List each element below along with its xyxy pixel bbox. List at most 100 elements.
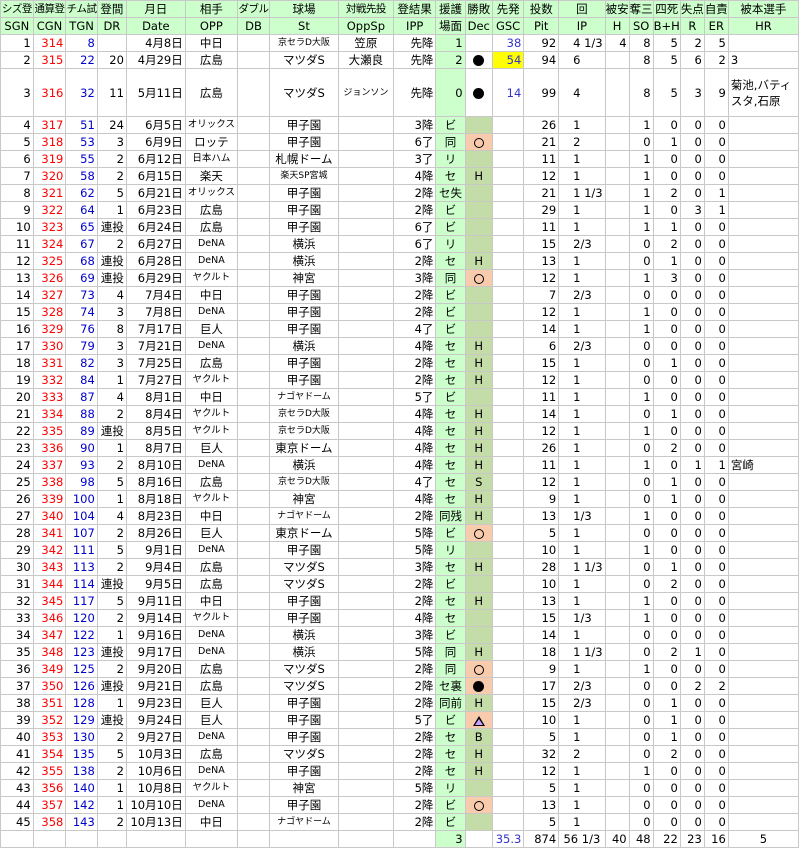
scene-cell: ビ <box>435 320 466 338</box>
dr-cell: 3 <box>96 133 127 151</box>
scene-cell: セ <box>435 456 466 474</box>
walks-cell: 1 <box>652 711 681 729</box>
sgn-cell: 27 <box>0 507 34 525</box>
opponent-cell: DeNA <box>184 643 238 661</box>
header-en-cell: DB <box>236 17 271 35</box>
strikeouts-cell: 1 <box>628 269 654 287</box>
runs-cell: 0 <box>679 354 705 372</box>
opponent-cell: 中日 <box>184 34 238 52</box>
hr-batters-cell <box>727 320 799 338</box>
table-row: 17 330 79 3 7月21日 DeNA 横浜 4降セ H 6 2/3 0 0 0 0 <box>0 337 799 355</box>
hits-cell <box>604 337 630 355</box>
date-cell: 10月10日 <box>125 796 186 814</box>
date-cell: 9月1日 <box>125 541 186 559</box>
cgn-cell: 317 <box>32 116 67 134</box>
runs-cell: 0 <box>679 541 705 559</box>
opponent-cell: ヤクルト <box>184 609 238 627</box>
hits-cell <box>604 371 630 389</box>
white-circle-icon <box>473 137 484 148</box>
strikeouts-cell: 1 <box>628 762 654 780</box>
pitches-cell: 10 <box>523 541 560 559</box>
pitches-cell: 26 <box>523 439 560 457</box>
doubleheader-cell <box>236 660 271 678</box>
dr-cell: 4 <box>96 507 127 525</box>
header-en-cell: OPP <box>184 17 238 35</box>
innings-cell: 1 <box>558 796 606 814</box>
table-row: 29 342 111 5 9月1日 DeNA 甲子園 5降リ 10 1 1 0 0 0 <box>0 541 799 559</box>
runs-cell: 0 <box>679 320 705 338</box>
stadium-cell: 横浜 <box>269 337 339 355</box>
scene-cell: 同 <box>435 269 466 287</box>
cgn-cell: 329 <box>32 320 67 338</box>
totals-empty-cell <box>337 830 394 848</box>
pitching-log-table: シズ登 通算登 チム試 登間 月日 相手 ダブル 球場 対戦先投 登結果 援護 勝敗 先発 投数回被安 奪三… <box>0 0 799 848</box>
strikeouts-cell: 0 <box>628 439 654 457</box>
doubleheader-cell <box>236 524 271 542</box>
dr-cell: 2 <box>96 762 127 780</box>
ipp-cell: 3降 <box>392 116 437 134</box>
date-cell: 10月6日 <box>125 762 186 780</box>
hr-batters-cell <box>727 473 799 491</box>
doubleheader-cell <box>236 796 271 814</box>
gsc-cell <box>491 558 525 576</box>
tgn-cell: 88 <box>65 405 98 423</box>
table-row: 5 318 53 3 6月9日 ロッテ 甲子園 6了同 21 2 0 1 0 0 <box>0 133 799 151</box>
cgn-cell: 353 <box>32 728 67 746</box>
hits-cell <box>604 711 630 729</box>
date-cell: 6月9日 <box>125 133 186 151</box>
header-ja-cell: 被安 <box>604 0 630 18</box>
totals-runs-cell: 23 <box>679 830 705 848</box>
decision-cell <box>464 303 493 321</box>
date-cell: 8月26日 <box>125 524 186 542</box>
scene-cell: ビ <box>435 711 466 729</box>
earned-runs-cell: 0 <box>703 711 729 729</box>
stadium-cell: 甲子園 <box>269 371 339 389</box>
strikeouts-cell: 1 <box>628 320 654 338</box>
cgn-cell: 346 <box>32 609 67 627</box>
doubleheader-cell <box>236 252 271 270</box>
sgn-cell: 3 <box>0 68 34 117</box>
strikeouts-cell: 0 <box>628 745 654 763</box>
table-row: 19 332 84 1 7月27日 ヤクルト 甲子園 2降セ H 12 1 0 0 0 0 <box>0 371 799 389</box>
hits-cell <box>604 745 630 763</box>
cgn-cell: 342 <box>32 541 67 559</box>
header-ja-cell: 球場 <box>269 0 339 18</box>
gsc-cell <box>491 626 525 644</box>
cgn-cell: 349 <box>32 660 67 678</box>
strikeouts-cell: 0 <box>628 643 654 661</box>
decision-cell: H <box>464 252 493 270</box>
runs-cell: 0 <box>679 490 705 508</box>
earned-runs-cell: 0 <box>703 694 729 712</box>
stadium-cell: マツダS <box>269 68 339 117</box>
date-cell: 10月8日 <box>125 779 186 797</box>
opponent-cell: DeNA <box>184 626 238 644</box>
header-ja-cell: 先発 <box>491 0 525 18</box>
ipp-cell: 2降 <box>392 303 437 321</box>
runs-cell: 0 <box>679 694 705 712</box>
gsc-cell <box>491 133 525 151</box>
sgn-cell: 10 <box>0 218 34 236</box>
sgn-cell: 7 <box>0 167 34 185</box>
walks-cell: 0 <box>652 167 681 185</box>
hr-batters-cell: 菊池,バティスタ,石原 <box>727 68 799 117</box>
cgn-cell: 347 <box>32 626 67 644</box>
walks-cell: 3 <box>652 269 681 287</box>
walks-cell: 0 <box>652 762 681 780</box>
sgn-cell: 37 <box>0 677 34 695</box>
scene-cell: ビ <box>435 116 466 134</box>
header-en-cell: Date <box>125 17 186 35</box>
opp-starter-cell <box>337 201 394 219</box>
scene-cell: ビ <box>435 218 466 236</box>
gsc-cell <box>491 745 525 763</box>
hits-cell <box>604 728 630 746</box>
innings-cell: 2 <box>558 745 606 763</box>
table-row: 28 341 107 2 8月26日 巨人 東京ドーム 5降ビ 5 1 0 0 0 0 <box>0 524 799 542</box>
tgn-cell: 84 <box>65 371 98 389</box>
sgn-cell: 8 <box>0 184 34 202</box>
opp-starter-cell <box>337 388 394 406</box>
decision-cell <box>464 116 493 134</box>
header-en-cell: GSC <box>491 17 525 35</box>
hr-batters-cell <box>727 133 799 151</box>
scene-cell: 0 <box>435 68 466 117</box>
header-ja-cell: 登結果 <box>392 0 437 18</box>
